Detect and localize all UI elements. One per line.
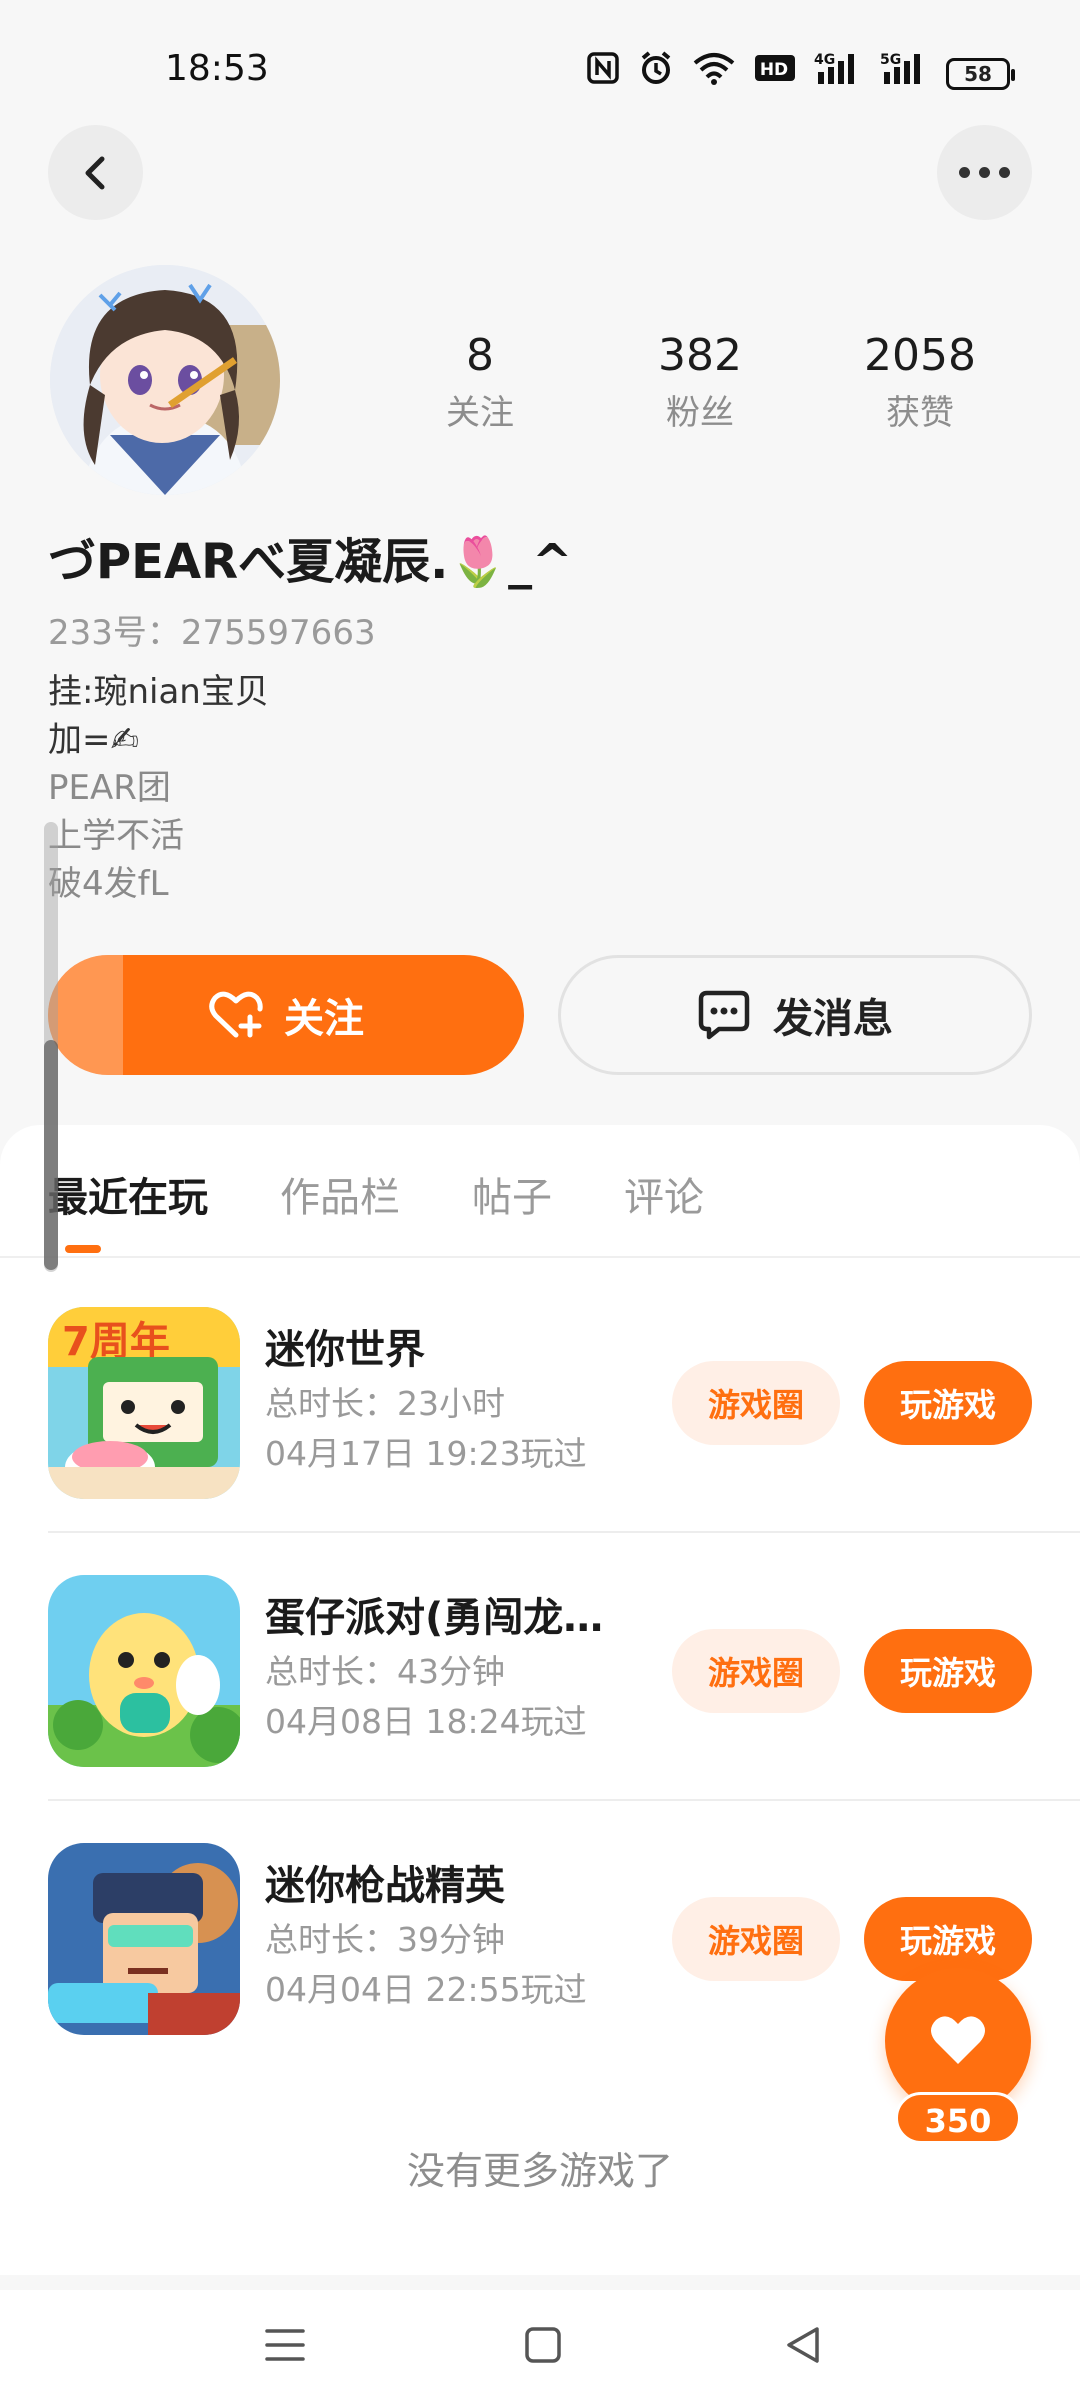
status-icons: HD 4G 5G 58 [586,50,1015,97]
game-circle-button[interactable]: 游戏圈 [672,1897,840,1981]
system-navigation-bar [0,2290,1080,2400]
game-name: 迷你世界 [265,1327,425,1373]
bio-line: 加=✍ [48,720,139,760]
hd-icon: HD [754,52,796,95]
5g-signal-icon: 5G [880,50,928,97]
stat-label: 粉丝 [666,393,734,433]
home-button[interactable] [508,2310,578,2380]
game-duration: 总时长：39分钟 [265,1920,505,1959]
stat-likes[interactable]: 2058 获赞 [810,330,1030,434]
svg-text:5G: 5G [880,52,901,68]
more-dots-icon [959,167,1010,178]
tab-indicator [65,1245,101,1253]
game-duration: 总时长：43分钟 [265,1652,505,1691]
game-name: 蛋仔派对(勇闯龙… [265,1595,604,1641]
game-last-played: 04月17日 19:23玩过 [265,1434,587,1473]
avatar[interactable] [50,265,280,495]
alarm-icon [638,50,674,97]
list-end-text: 没有更多游戏了 [406,2149,673,2193]
like-count: 350 [895,2092,1021,2144]
svg-text:4G: 4G [814,52,835,68]
game-name: 迷你枪战精英 [265,1863,505,1909]
bio-line: 破4发fL [48,864,169,904]
game-list-item[interactable]: 7周年 迷你世界 总时长：23小时 04月17日 19:23玩过 游戏圈 玩游戏 [0,1265,1080,1531]
more-options-button[interactable] [937,125,1032,220]
stat-label: 关注 [446,393,514,433]
heart-icon [931,2016,985,2064]
menu-icon [265,2329,305,2361]
scroll-handle-thumb[interactable] [44,1040,58,1270]
profile-screen: 18:53 HD 4G 5G 58 8 关注 382 粉丝 2058 获赞 づP… [0,0,1080,2400]
wifi-icon [692,51,736,96]
game-duration: 总时长：23小时 [265,1384,505,1423]
message-label: 发消息 [773,996,893,1042]
send-message-button[interactable]: 发消息 [558,955,1032,1075]
battery-indicator: 58 [946,57,1015,90]
follow-button[interactable]: 关注 [48,955,524,1075]
heart-plus-icon [209,991,263,1038]
stat-following[interactable]: 8 关注 [370,330,590,434]
game-last-played: 04月04日 22:55玩过 [265,1970,587,2009]
menu-button[interactable] [250,2310,320,2380]
play-game-button[interactable]: 玩游戏 [864,1361,1032,1445]
4g-signal-icon: 4G [814,50,862,97]
stat-label: 获赞 [886,393,954,433]
game-icon-mini-world: 7周年 [48,1307,240,1499]
game-last-played: 04月08日 18:24玩过 [265,1702,587,1741]
tab-works[interactable]: 作品栏 [280,1165,400,1223]
svg-text:HD: HD [760,60,788,80]
square-icon [525,2327,561,2363]
stat-fans[interactable]: 382 粉丝 [590,330,810,434]
bio: 挂:琬nian宝贝 加=✍ PEAR团 上学不活 破4发fL [48,668,269,908]
chevron-left-icon [85,156,104,189]
tab-recently-played[interactable]: 最近在玩 [48,1165,208,1223]
tab-comments[interactable]: 评论 [624,1165,704,1223]
game-icon-mini-gun-elite [48,1843,240,2035]
game-icon-eggy-party [48,1575,240,1767]
tab-posts[interactable]: 帖子 [472,1165,552,1223]
profile-stats: 8 关注 382 粉丝 2058 获赞 [370,330,1030,434]
bio-line: PEAR团 [48,768,171,808]
chat-bubble-icon [698,990,750,1040]
triangle-back-icon [787,2327,819,2363]
bio-line: 挂:琬nian宝贝 [48,672,269,712]
user-id: 233号：275597663 [48,613,376,653]
game-list-item[interactable]: 蛋仔派对(勇闯龙… 总时长：43分钟 04月08日 18:24玩过 游戏圈 玩游… [0,1533,1080,1799]
status-bar: 18:53 HD 4G 5G 58 [0,0,1080,110]
profile-tabs: 最近在玩 作品栏 帖子 评论 [48,1165,704,1223]
status-time: 18:53 [165,48,269,89]
stat-value: 2058 [864,330,976,381]
username: づPEARべ夏凝辰.🌷_^ [48,534,573,590]
divider [0,1256,1080,1258]
stat-value: 8 [466,330,494,381]
nfc-icon [586,51,620,96]
stat-value: 382 [658,330,742,381]
back-button[interactable] [48,125,143,220]
game-circle-button[interactable]: 游戏圈 [672,1629,840,1713]
game-circle-button[interactable]: 游戏圈 [672,1361,840,1445]
bio-line: 上学不活 [48,816,184,856]
play-game-button[interactable]: 玩游戏 [864,1629,1032,1713]
back-nav-button[interactable] [768,2310,838,2380]
follow-label: 关注 [284,996,364,1042]
